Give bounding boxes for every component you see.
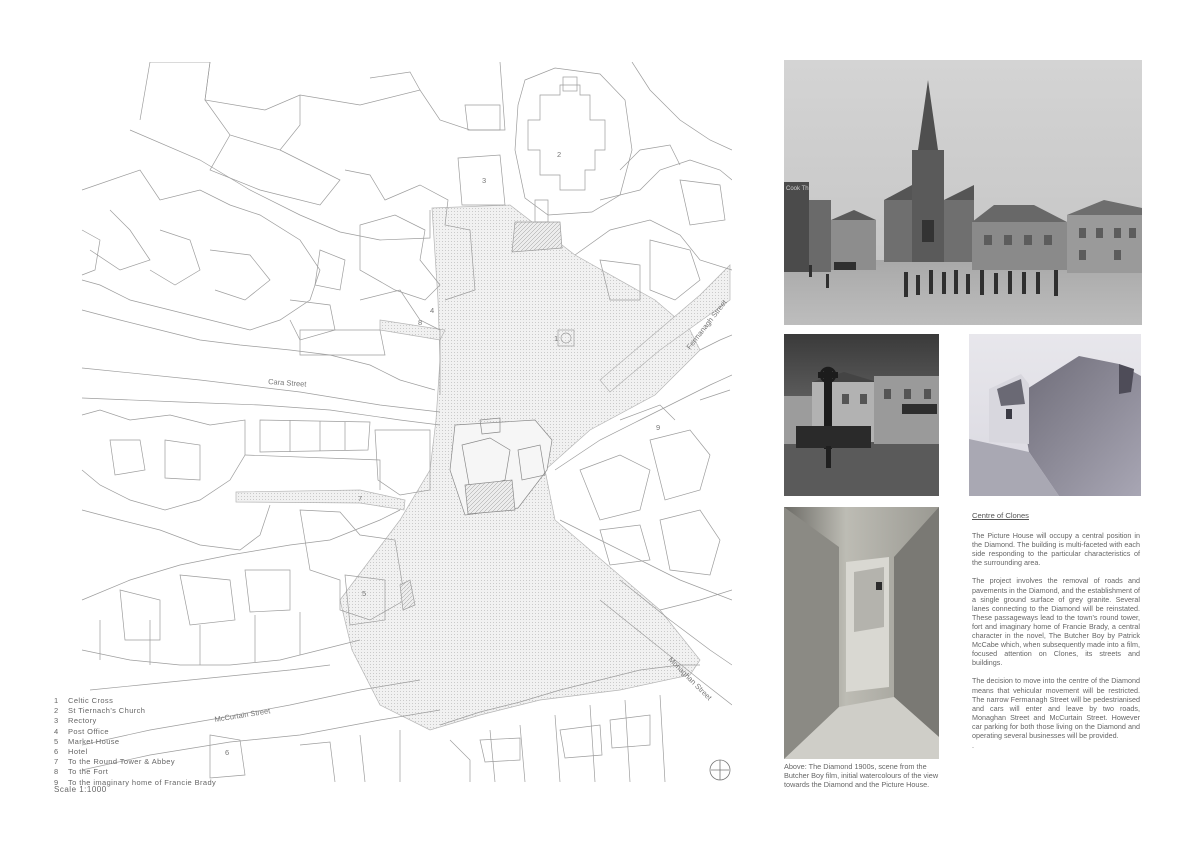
photo-celtic-cross bbox=[784, 334, 939, 496]
label-2: 2 bbox=[557, 150, 561, 159]
legend-item: 2 St Tiernach's Church bbox=[54, 706, 146, 716]
shop-sign: Cook Th bbox=[786, 186, 809, 192]
church-steps bbox=[511, 221, 563, 253]
legend-item: 8 To the Fort bbox=[54, 767, 109, 777]
north-arrow-icon bbox=[709, 759, 731, 781]
legend-item: 3 Rectory bbox=[54, 716, 97, 726]
lane-7-paving bbox=[235, 489, 406, 511]
church-building bbox=[527, 84, 606, 191]
lane-8-paving bbox=[379, 319, 446, 341]
church-grounds bbox=[514, 67, 633, 216]
paragraph: The project involves the removal of road… bbox=[972, 576, 1140, 668]
label-cara-street: Cara Street bbox=[268, 377, 308, 389]
legend-item: 6 Hotel bbox=[54, 747, 88, 757]
watercolour-lane bbox=[784, 507, 939, 759]
label-mccurtain-street: McCurtain Street bbox=[214, 706, 272, 724]
label-4: 4 bbox=[430, 306, 434, 315]
map-scale: Scale 1:1000 bbox=[54, 785, 107, 794]
label-6: 6 bbox=[225, 748, 229, 757]
legend-item: 7 To the Round Tower & Abbey bbox=[54, 757, 175, 767]
paragraph: . bbox=[972, 741, 974, 751]
label-9: 9 bbox=[656, 423, 660, 432]
map-legend: 1 Celtic Cross 2 St Tiernach's Church 3 Rec… bbox=[54, 696, 216, 788]
label-1: 1 bbox=[554, 334, 558, 343]
legend-item: 4 Post Office bbox=[54, 726, 109, 736]
legend-item: 1 Celtic Cross bbox=[54, 696, 114, 705]
photo-caption: Above: The Diamond 1900s, scene from the… bbox=[784, 762, 939, 789]
watercolour-diamond-view bbox=[969, 334, 1141, 496]
label-3: 3 bbox=[482, 176, 486, 185]
label-5: 5 bbox=[362, 589, 366, 598]
paragraph: The Picture House will occupy a central … bbox=[972, 531, 1140, 568]
legend-item: 5 Market House bbox=[54, 736, 120, 746]
label-8: 8 bbox=[418, 318, 422, 327]
photo-diamond-1900s: Cook Th bbox=[784, 60, 1142, 325]
section-heading: Centre of Clones bbox=[972, 511, 1029, 520]
label-7: 7 bbox=[358, 494, 362, 503]
project-description: Centre of Clones The Picture House will … bbox=[972, 511, 1140, 759]
paragraph: The decision to move into the centre of … bbox=[972, 676, 1140, 740]
